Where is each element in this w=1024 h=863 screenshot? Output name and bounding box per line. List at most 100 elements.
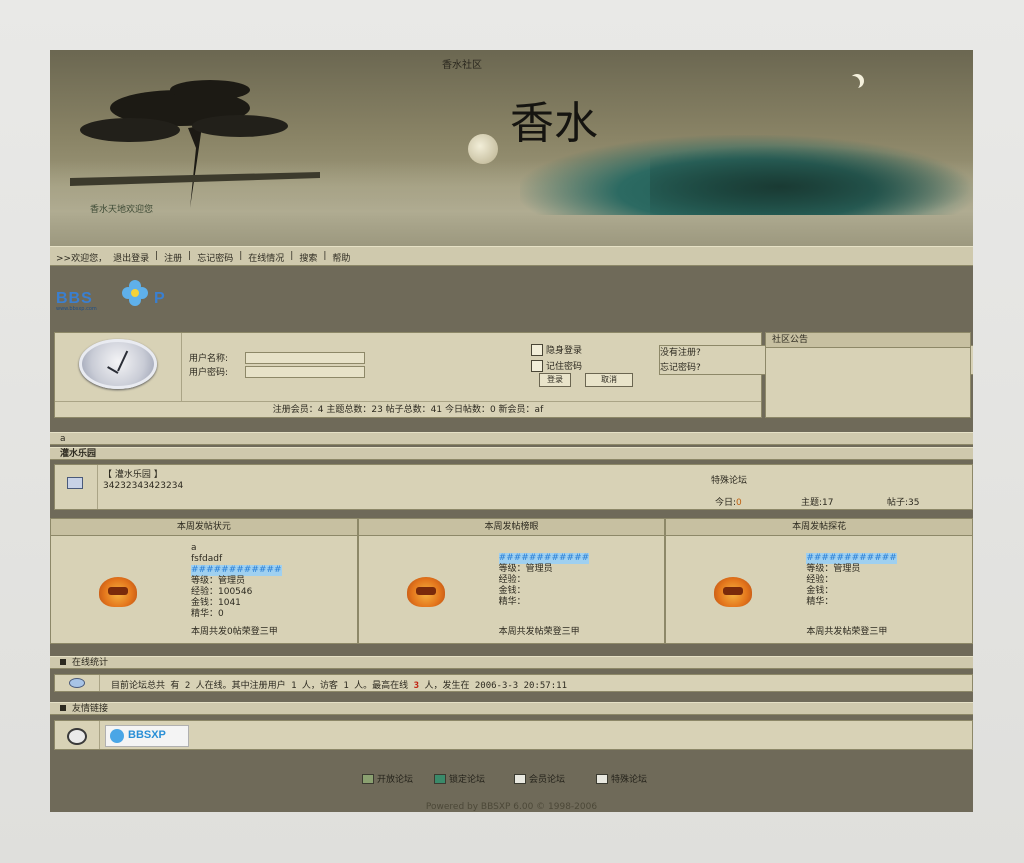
login-panel: 用户名称: 用户密码: 隐身登录 记住密码 登录 取消 没有注册? 忘记密码? …: [54, 332, 973, 418]
nav-separator: |: [188, 251, 192, 261]
weekly-top-posters: 本周发帖状元 a fsfdadf ############ 等级：管理员 经验：…: [50, 518, 973, 644]
online-users-icon: [69, 678, 85, 688]
forum-topics: 主题:17: [801, 498, 834, 508]
bbsxp-link-badge[interactable]: BBSXP: [105, 725, 189, 747]
weekly-first-money: 金钱：1041: [191, 598, 241, 608]
weekly-second-elite: 精华：: [498, 597, 526, 607]
locked-forum-icon: [434, 773, 446, 784]
cancel-button[interactable]: 取消: [585, 373, 633, 387]
friend-links-row: BBSXP: [54, 720, 973, 750]
online-text-a: 目前论坛总共 有 2 人在线。其中注册用户 1 人，访客 1 人。最高在线: [111, 681, 414, 691]
banner-seal-text: 香水社区: [442, 60, 482, 71]
tiger-avatar-icon: [99, 577, 137, 607]
weekly-second-title: 本周发帖榜眼: [358, 519, 665, 536]
nav-item[interactable]: 帮助: [332, 251, 350, 264]
special-forum-icon: [596, 773, 608, 784]
legend-member: 会员论坛: [514, 772, 565, 785]
weekly-third-rank: 等级：管理员: [806, 564, 861, 574]
square-bullet-icon: [60, 659, 66, 665]
forum-status-icon: [67, 477, 83, 489]
weekly-first-highlight: ############: [191, 565, 282, 576]
weekly-third-highlight: ############: [806, 553, 897, 564]
remember-password-label: 记住密码: [546, 362, 583, 372]
username-row: 用户名称:: [189, 351, 365, 364]
nav-separator: |: [323, 251, 327, 261]
online-icon-cell: [55, 675, 100, 691]
forum-posts: 帖子:35: [887, 498, 920, 508]
hidden-login-checkbox[interactable]: [531, 343, 543, 356]
legend-locked-label: 锁定论坛: [449, 775, 486, 785]
banner-hills-dark: [650, 145, 973, 215]
clock-icon: [79, 339, 157, 389]
legend-member-label: 会员论坛: [529, 775, 566, 785]
legend-special: 特殊论坛: [596, 772, 647, 785]
logo-url: www.bbsxp.com: [56, 306, 97, 312]
nav-item[interactable]: 搜索: [299, 251, 317, 264]
banner-calligraphy: 香水: [510, 98, 598, 149]
legend-special-label: 特殊论坛: [611, 775, 648, 785]
legend-open-label: 开放论坛: [377, 775, 414, 785]
weekly-second-exp: 经验：: [498, 575, 526, 585]
username-input[interactable]: [245, 351, 365, 364]
links-bar: 友情链接: [50, 702, 973, 715]
member-forum-icon: [514, 773, 526, 784]
weekly-first-elite: 精华：0: [191, 609, 224, 619]
online-stats-title: 在线统计: [72, 658, 109, 668]
nav-item[interactable]: 在线情况: [248, 251, 284, 264]
weekly-second-highlight: ############: [498, 553, 590, 564]
links-icon-cell: [55, 721, 100, 749]
flower-logo-icon: [122, 280, 148, 306]
forum-category-bar[interactable]: 灌水乐园: [50, 447, 973, 460]
password-input[interactable]: [245, 365, 365, 378]
weekly-first-info: a fsfdadf ############ 等级：管理员 经验：100546 …: [191, 543, 282, 620]
remember-password-checkbox[interactable]: [531, 359, 543, 372]
weekly-third: 本周发帖探花 ############ 等级：管理员 经验： 金钱： 精华： 本…: [665, 518, 973, 644]
nav-item[interactable]: 注册: [164, 251, 182, 264]
category-bar: a: [50, 432, 973, 445]
bbsxp-logo[interactable]: BBS P www.bbsxp.com: [54, 276, 192, 316]
login-icon-cell: [55, 333, 182, 401]
forum-today-value: 0: [736, 498, 742, 508]
legend-open: 开放论坛: [362, 772, 413, 785]
username-label: 用户名称:: [189, 354, 229, 364]
page-footer: Powered by BBSXP 6.00 © 1998-2006: [425, 802, 598, 812]
weekly-first-exp: 经验：100546: [191, 587, 253, 597]
crescent-moon-icon: [846, 76, 860, 90]
weekly-second-info: ############ 等级：管理员 经验： 金钱： 精华：: [498, 553, 590, 608]
hidden-login-option[interactable]: 隐身登录: [531, 343, 582, 356]
square-bullet-icon: [60, 705, 66, 711]
flower-badge-icon: [110, 729, 124, 743]
forum-category-name[interactable]: 灌水乐园: [60, 449, 96, 459]
weekly-third-exp: 经验：: [806, 575, 834, 585]
announcement-title: 社区公告: [766, 333, 970, 348]
banner-subtitle: 香水天地欢迎您: [90, 205, 154, 215]
nav-item[interactable]: 忘记密码: [197, 251, 233, 264]
weekly-second: 本周发帖榜眼 ############ 等级：管理员 经验： 金钱： 精华： 本…: [357, 518, 666, 644]
logo-suffix: P: [154, 290, 165, 307]
nav-separator: |: [155, 251, 159, 261]
links-title: 友情链接: [72, 704, 109, 714]
weekly-first-name[interactable]: a: [191, 543, 282, 554]
announcement-panel: 社区公告: [765, 332, 971, 418]
nav-item[interactable]: 退出登录: [113, 251, 149, 264]
weekly-first: 本周发帖状元 a fsfdadf ############ 等级：管理员 经验：…: [50, 518, 358, 644]
open-forum-icon: [362, 773, 374, 784]
forum-status-cell: [55, 465, 98, 509]
nav-item: >>欢迎您，: [56, 254, 108, 264]
login-button[interactable]: 登录: [539, 373, 571, 387]
chat-bubble-icon: [67, 728, 87, 745]
pine-tree-icon: [70, 80, 320, 208]
forum-moderator[interactable]: 特殊论坛: [711, 473, 747, 486]
tiger-avatar-icon: [406, 577, 445, 607]
remember-password-option[interactable]: 记住密码: [531, 359, 582, 372]
online-stats-text: 目前论坛总共 有 2 人在线。其中注册用户 1 人，访客 1 人。最高在线 3 …: [111, 678, 567, 691]
tiger-avatar-icon: [714, 577, 753, 607]
weekly-third-info: ############ 等级：管理员 经验： 金钱： 精华：: [806, 553, 897, 608]
legend-locked: 锁定论坛: [434, 772, 485, 785]
weekly-third-elite: 精华：: [806, 597, 834, 607]
moon-icon: [468, 134, 498, 164]
forum-legend: 开放论坛 锁定论坛 会员论坛 特殊论坛: [50, 764, 973, 794]
forum-title-link[interactable]: 【 灌水乐园 】: [103, 467, 163, 480]
online-stats-bar: 在线统计: [50, 656, 973, 669]
weekly-third-footer: 本周共发帖荣登三甲: [806, 627, 888, 637]
